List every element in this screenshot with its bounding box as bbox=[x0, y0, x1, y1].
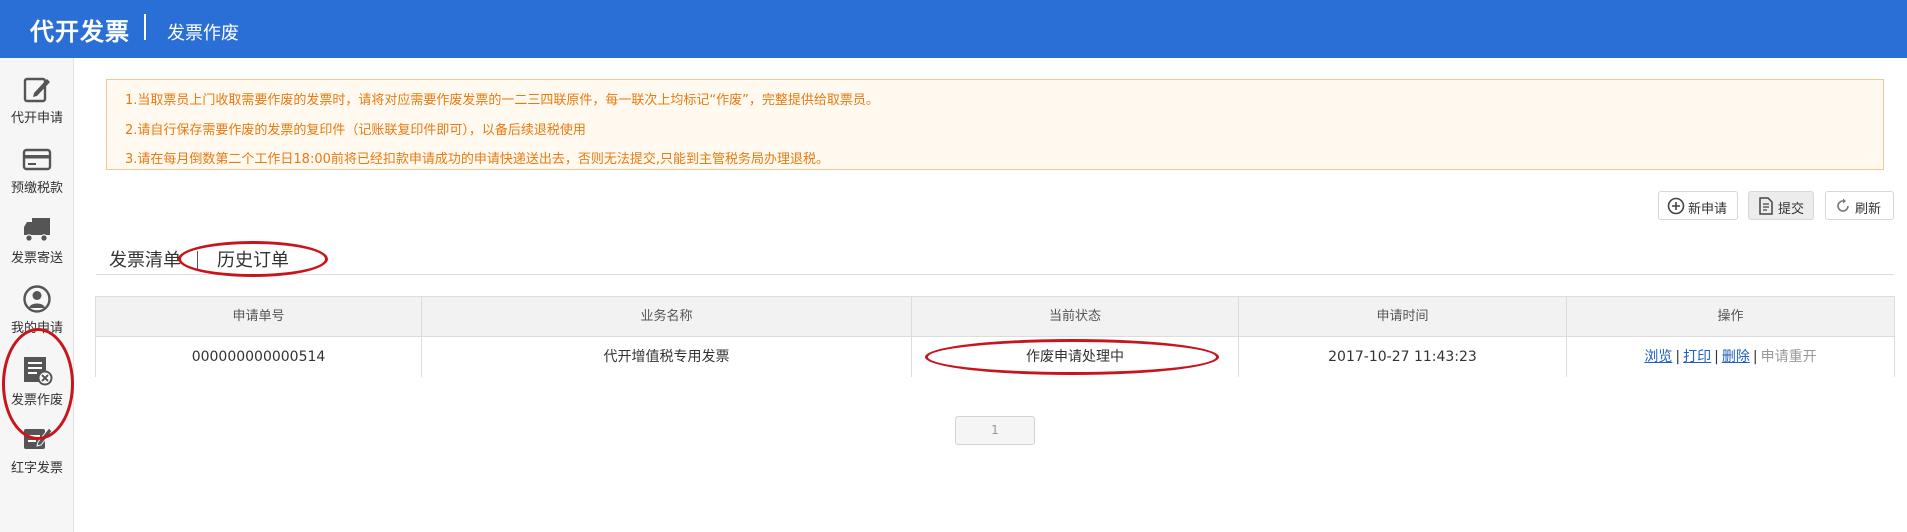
refresh-label: 刷新 bbox=[1855, 202, 1882, 217]
title-separator bbox=[144, 14, 146, 40]
sidebar-item-label: 预缴税款 bbox=[10, 181, 63, 196]
document-icon bbox=[1759, 197, 1773, 215]
new-application-label: 新申请 bbox=[1688, 202, 1728, 217]
notice-line: 2.请自行保存需要作废的发票的复印件（记账联复印件即可），以备后续退税使用 bbox=[125, 123, 586, 138]
sidebar-item-label: 发票寄送 bbox=[10, 251, 63, 266]
card-icon bbox=[22, 148, 52, 171]
refresh-button[interactable]: 刷新 bbox=[1825, 191, 1894, 220]
truck-icon bbox=[24, 218, 50, 242]
pagination-current-page[interactable]: 1 bbox=[955, 416, 1035, 445]
submit-label: 提交 bbox=[1778, 202, 1805, 217]
table-row: 000000000000514 代开增值税专用发票 作废申请处理中 2017-1… bbox=[96, 337, 1894, 377]
app-title: 代开发票 bbox=[30, 18, 130, 46]
refresh-icon bbox=[1837, 198, 1849, 212]
notice-line: 3.请在每月倒数第二个工作日18:00前将已经扣款申请成功的申请快递送出去，否则… bbox=[125, 152, 830, 167]
sidebar-item-label: 代开申请 bbox=[10, 111, 63, 126]
table-header-row: 申请单号 业务名称 当前状态 申请时间 操作 bbox=[96, 297, 1894, 337]
tab-invoice-list[interactable]: 发票清单 bbox=[109, 246, 181, 272]
sidebar-item-my-applications[interactable]: 我的申请 bbox=[0, 284, 74, 354]
tab-separator bbox=[197, 251, 198, 271]
column-header-status: 当前状态 bbox=[912, 297, 1239, 337]
cell-order-no: 000000000000514 bbox=[96, 337, 422, 377]
edit-icon bbox=[23, 77, 50, 103]
invoice-void-icon bbox=[24, 357, 53, 386]
plus-circle-icon bbox=[1667, 197, 1685, 215]
sidebar-item-delivery[interactable]: 发票寄送 bbox=[0, 214, 74, 284]
print-link[interactable]: 打印 bbox=[1683, 349, 1711, 365]
action-separator: | bbox=[1752, 349, 1758, 365]
sidebar-item-label: 红字发票 bbox=[10, 461, 63, 476]
tab-history-orders[interactable]: 历史订单 bbox=[217, 246, 289, 272]
notice-line: 1.当取票员上门收取需要作废的发票时，请将对应需要作废发票的一二三四联原件，每一… bbox=[125, 93, 879, 108]
sidebar-item-label: 我的申请 bbox=[10, 321, 63, 336]
submit-button[interactable]: 提交 bbox=[1748, 191, 1814, 220]
cell-business: 代开增值税专用发票 bbox=[422, 337, 912, 377]
cell-actions: 浏览 | 打印 | 删除 | 申请重开 bbox=[1567, 337, 1894, 377]
red-invoice-icon bbox=[24, 427, 53, 449]
cell-status: 作废申请处理中 bbox=[912, 337, 1239, 377]
sidebar: 代开申请 预缴税款 发票寄送 我的申请 发票作废 红字发票 bbox=[0, 58, 74, 532]
user-icon bbox=[23, 285, 51, 313]
sidebar-item-red-invoice[interactable]: 红字发票 bbox=[0, 424, 74, 494]
reapply-link: 申请重开 bbox=[1760, 349, 1817, 365]
column-header-time: 申请时间 bbox=[1239, 297, 1567, 337]
new-application-button[interactable]: 新申请 bbox=[1658, 191, 1738, 220]
column-header-actions: 操作 bbox=[1717, 309, 1744, 324]
top-bar: 代开发票 发票作废 bbox=[0, 0, 1907, 58]
notice-box: 1.当取票员上门收取需要作废的发票时，请将对应需要作废发票的一二三四联原件，每一… bbox=[106, 79, 1884, 170]
sidebar-item-invoice-void[interactable]: 发票作废 bbox=[0, 354, 74, 424]
column-header-order-no: 申请单号 bbox=[96, 297, 422, 337]
page-title: 发票作废 bbox=[167, 23, 239, 44]
view-link[interactable]: 浏览 bbox=[1644, 349, 1672, 365]
sidebar-item-apply[interactable]: 代开申请 bbox=[0, 74, 74, 144]
orders-table: 申请单号 业务名称 当前状态 申请时间 操作 000000000000514 代… bbox=[95, 296, 1895, 377]
tab-divider bbox=[96, 274, 1894, 275]
action-separator: | bbox=[1675, 349, 1681, 365]
delete-link[interactable]: 删除 bbox=[1722, 349, 1750, 365]
action-separator: | bbox=[1714, 349, 1719, 365]
cell-time: 2017-10-27 11:43:23 bbox=[1239, 337, 1567, 377]
sidebar-item-prepay-tax[interactable]: 预缴税款 bbox=[0, 144, 74, 214]
sidebar-item-label: 发票作废 bbox=[10, 393, 63, 408]
column-header-business: 业务名称 bbox=[422, 297, 912, 337]
